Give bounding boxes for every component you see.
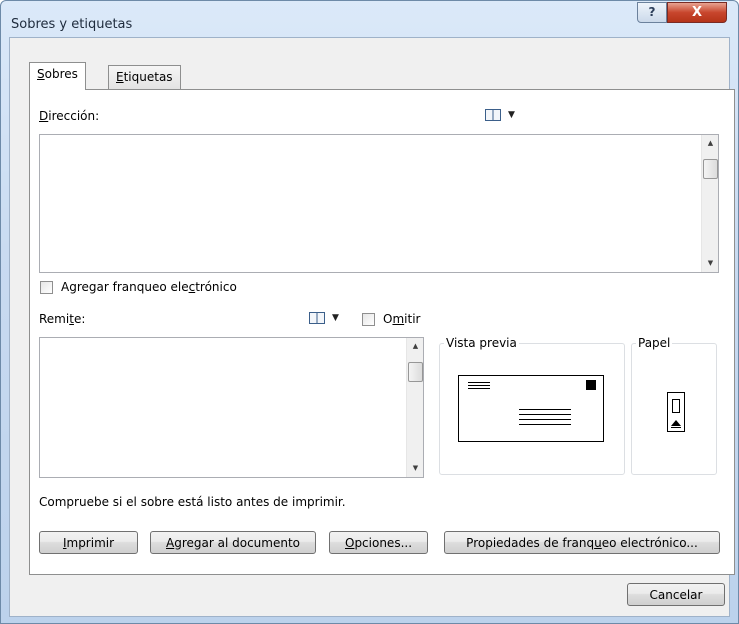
delivery-address-input[interactable]: ▲ ▼ xyxy=(39,134,719,273)
omit-label: Omitir xyxy=(383,312,421,326)
status-text: Compruebe si el sobre está listo antes d… xyxy=(39,495,346,509)
stamp-icon xyxy=(586,380,596,390)
address-lines-graphic xyxy=(519,414,571,415)
scroll-down-icon[interactable]: ▼ xyxy=(702,255,719,272)
dialog-window: Sobres y etiquetas ? X Sobres Etiquetas … xyxy=(0,0,739,624)
scroll-up-icon[interactable]: ▲ xyxy=(407,338,424,355)
help-icon: ? xyxy=(648,5,656,19)
address-lines-graphic xyxy=(519,424,571,425)
delivery-book-menu-icon[interactable]: ▼ xyxy=(508,110,515,120)
scroll-up-icon[interactable]: ▲ xyxy=(702,135,719,152)
close-icon: X xyxy=(691,5,703,20)
envelope-preview[interactable] xyxy=(458,375,604,442)
address-lines-graphic xyxy=(519,409,571,410)
paper-legend: Papel xyxy=(638,336,671,350)
tab-label-accesskey: E xyxy=(116,70,124,84)
epostage-checkbox[interactable] xyxy=(40,281,53,294)
sobres-tab-panel: Dirección: ▼ ▲ ▼ Agregar franqueo electr… xyxy=(29,89,735,575)
tab-label-accesskey: S xyxy=(37,67,45,81)
return-lines-graphic xyxy=(468,388,490,389)
help-button[interactable]: ? xyxy=(637,2,667,23)
tab-label: obres xyxy=(44,67,78,81)
paper-feed-icon[interactable] xyxy=(667,392,685,432)
tab-etiquetas[interactable]: Etiquetas xyxy=(108,65,181,89)
return-address-book-icon[interactable] xyxy=(309,312,325,324)
dialog-client-area: Sobres Etiquetas Dirección: ▼ ▲ ▼ Agrega… xyxy=(9,37,735,617)
delivery-address-label: Dirección: xyxy=(39,109,100,123)
address-lines-graphic xyxy=(519,419,571,420)
delivery-address-book-icon[interactable] xyxy=(485,109,501,121)
preview-legend: Vista previa xyxy=(446,336,517,350)
return-address-scrollbar[interactable]: ▲ ▼ xyxy=(406,338,423,477)
title-bar[interactable]: Sobres y etiquetas ? X xyxy=(1,1,738,35)
scroll-thumb[interactable] xyxy=(408,362,423,382)
print-button[interactable]: Imprimir xyxy=(39,531,138,554)
scroll-thumb[interactable] xyxy=(703,159,718,179)
window-title: Sobres y etiquetas xyxy=(11,17,133,32)
return-address-input[interactable]: ▲ ▼ xyxy=(39,337,424,478)
tab-label: tiquetas xyxy=(123,70,173,84)
epostage-label: Agregar franqueo electrónico xyxy=(61,280,237,294)
omit-checkbox[interactable] xyxy=(362,313,375,326)
close-button[interactable]: X xyxy=(667,2,727,23)
cancel-button[interactable]: Cancelar xyxy=(627,583,725,606)
return-book-menu-icon[interactable]: ▼ xyxy=(332,313,339,323)
add-to-document-button[interactable]: Agregar al documento xyxy=(150,531,316,554)
return-lines-graphic xyxy=(468,382,490,383)
epostage-properties-button[interactable]: Propiedades de franqueo electrónico... xyxy=(444,531,720,554)
return-address-label: Remite: xyxy=(39,312,86,326)
return-lines-graphic xyxy=(468,385,490,386)
options-button[interactable]: Opciones... xyxy=(329,531,428,554)
delivery-address-scrollbar[interactable]: ▲ ▼ xyxy=(701,135,718,272)
scroll-down-icon[interactable]: ▼ xyxy=(407,460,424,477)
tab-sobres[interactable]: Sobres xyxy=(29,62,86,90)
